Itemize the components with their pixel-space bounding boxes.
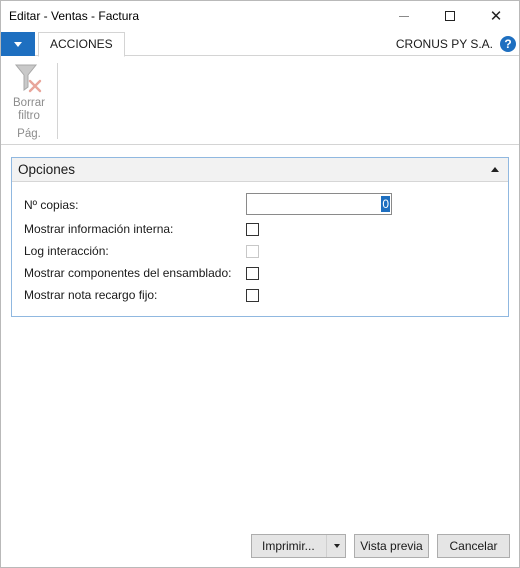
show-assembly-components-label: Mostrar componentes del ensamblado:: [24, 266, 232, 280]
copies-label: Nº copias:: [24, 198, 79, 212]
clear-filter-label-line1: Borrar: [13, 97, 45, 109]
show-fixed-surcharge-note-label: Mostrar nota recargo fijo:: [24, 288, 158, 302]
ribbon-content: Borrar filtro Pág.: [1, 57, 519, 145]
title-bar: Editar - Ventas - Factura ✕: [1, 1, 519, 31]
company-name: CRONUS PY S.A.: [395, 37, 493, 51]
log-interaction-checkbox: [246, 245, 259, 258]
maximize-icon: [445, 11, 455, 21]
copies-value: 0: [381, 196, 390, 212]
chevron-down-icon[interactable]: [334, 544, 340, 548]
help-icon[interactable]: ?: [500, 36, 516, 52]
print-button-label: Imprimir...: [262, 539, 315, 553]
ribbon-tab-bar: ACCIONES CRONUS PY S.A. ?: [1, 32, 519, 57]
cancel-button[interactable]: Cancelar: [437, 534, 510, 558]
show-fixed-surcharge-note-checkbox[interactable]: [246, 289, 259, 302]
clear-filter-label-line2: filtro: [18, 110, 40, 122]
collapse-icon[interactable]: [491, 167, 499, 172]
preview-button[interactable]: Vista previa: [354, 534, 429, 558]
show-internal-info-checkbox[interactable]: [246, 223, 259, 236]
ribbon-group-divider: [57, 63, 58, 139]
application-menu-button[interactable]: [1, 32, 35, 56]
show-internal-info-label: Mostrar información interna:: [24, 222, 174, 236]
minimize-button[interactable]: [381, 1, 427, 31]
show-assembly-components-checkbox[interactable]: [246, 267, 259, 280]
maximize-button[interactable]: [427, 1, 473, 31]
log-interaction-label: Log interacción:: [24, 244, 109, 258]
dialog-window: Editar - Ventas - Factura ✕ ACCIONES CRO…: [0, 0, 520, 568]
options-panel: Opciones Nº copias: 0 Mostrar informació…: [11, 157, 509, 317]
close-icon: ✕: [489, 7, 503, 25]
copies-input[interactable]: 0: [246, 193, 392, 215]
options-panel-header[interactable]: Opciones: [12, 158, 508, 182]
chevron-down-icon: [14, 41, 22, 47]
ribbon-group-label: Pág.: [17, 128, 41, 140]
minimize-icon: [399, 15, 409, 17]
options-panel-title: Opciones: [18, 162, 76, 177]
window-title: Editar - Ventas - Factura: [9, 9, 140, 23]
print-button[interactable]: Imprimir...: [251, 534, 346, 558]
clear-filter-button[interactable]: Borrar filtro: [7, 61, 51, 123]
clear-filter-icon: [14, 64, 42, 93]
print-button-divider: [326, 535, 327, 557]
tab-acciones[interactable]: ACCIONES: [38, 32, 125, 57]
close-button[interactable]: ✕: [473, 1, 519, 31]
